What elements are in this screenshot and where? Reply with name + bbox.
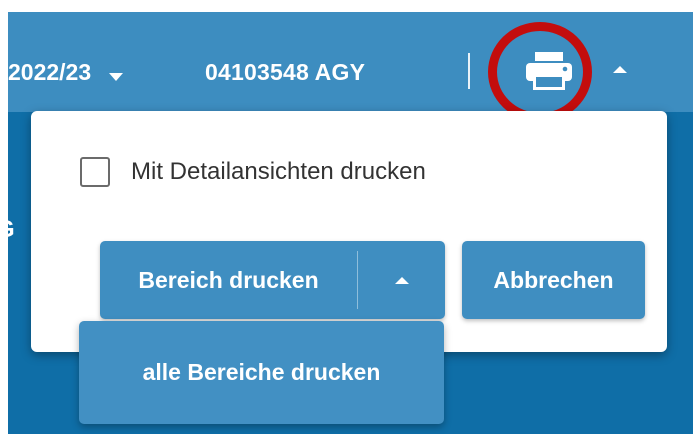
detail-views-checkbox[interactable] bbox=[80, 157, 110, 187]
print-options-popup: Mit Detailansichten drucken Bereich druc… bbox=[31, 111, 667, 352]
toolbar-divider bbox=[468, 53, 470, 89]
cancel-button[interactable]: Abbrechen bbox=[462, 241, 645, 319]
menu-item-print-all-areas[interactable]: alle Bereiche drucken bbox=[79, 321, 444, 424]
print-area-dropdown-toggle[interactable] bbox=[358, 241, 445, 319]
print-area-split-button: Bereich drucken bbox=[100, 241, 445, 319]
app-window: G 2022/23 04103548 AGY Mit Detailansicht… bbox=[0, 0, 693, 434]
account-number[interactable]: 04103548 AGY bbox=[205, 54, 365, 90]
obscured-heading-text: G bbox=[8, 208, 32, 252]
caret-up-icon bbox=[613, 66, 627, 73]
caret-down-icon bbox=[109, 61, 124, 88]
toolbar-expand-button[interactable] bbox=[608, 60, 632, 80]
highlight-annotation-ring bbox=[488, 22, 592, 122]
year-selector[interactable]: 2022/23 bbox=[8, 54, 124, 90]
print-area-button[interactable]: Bereich drucken bbox=[100, 241, 357, 319]
left-border bbox=[0, 0, 8, 434]
caret-up-icon bbox=[395, 277, 409, 284]
year-label: 2022/23 bbox=[8, 58, 92, 85]
detail-views-option[interactable]: Mit Detailansichten drucken bbox=[80, 157, 426, 187]
print-area-dropdown-menu: alle Bereiche drucken bbox=[79, 321, 444, 424]
checkbox-label: Mit Detailansichten drucken bbox=[131, 158, 426, 185]
